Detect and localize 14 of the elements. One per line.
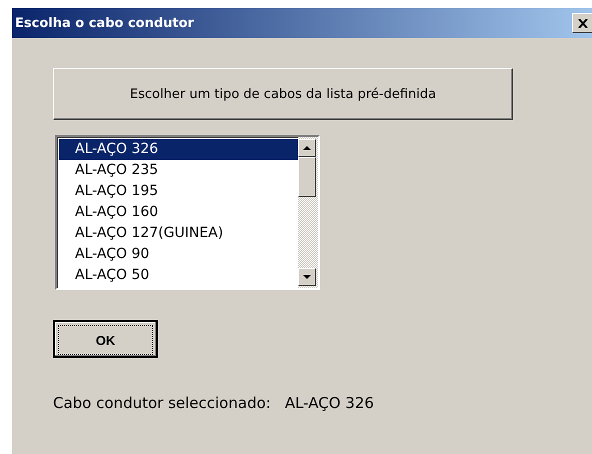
selection-value: AL-AÇO 326	[284, 394, 374, 412]
window-title: Escolha o cabo condutor	[15, 16, 194, 30]
selection-label: Cabo condutor seleccionado:	[53, 394, 271, 412]
choose-list-button[interactable]: Escolher um tipo de cabos da lista pré-definida	[53, 68, 513, 120]
scroll-thumb[interactable]	[298, 157, 316, 197]
ok-button[interactable]: OK	[53, 320, 158, 358]
up-arrow-icon	[303, 146, 311, 150]
scrollbar[interactable]	[298, 137, 318, 288]
scroll-up-button[interactable]	[298, 139, 316, 157]
down-arrow-icon	[303, 275, 311, 279]
scroll-down-button[interactable]	[298, 268, 316, 286]
list-item[interactable]: AL-AÇO 326	[59, 139, 298, 160]
close-button[interactable]	[572, 13, 592, 33]
close-icon	[578, 18, 588, 28]
